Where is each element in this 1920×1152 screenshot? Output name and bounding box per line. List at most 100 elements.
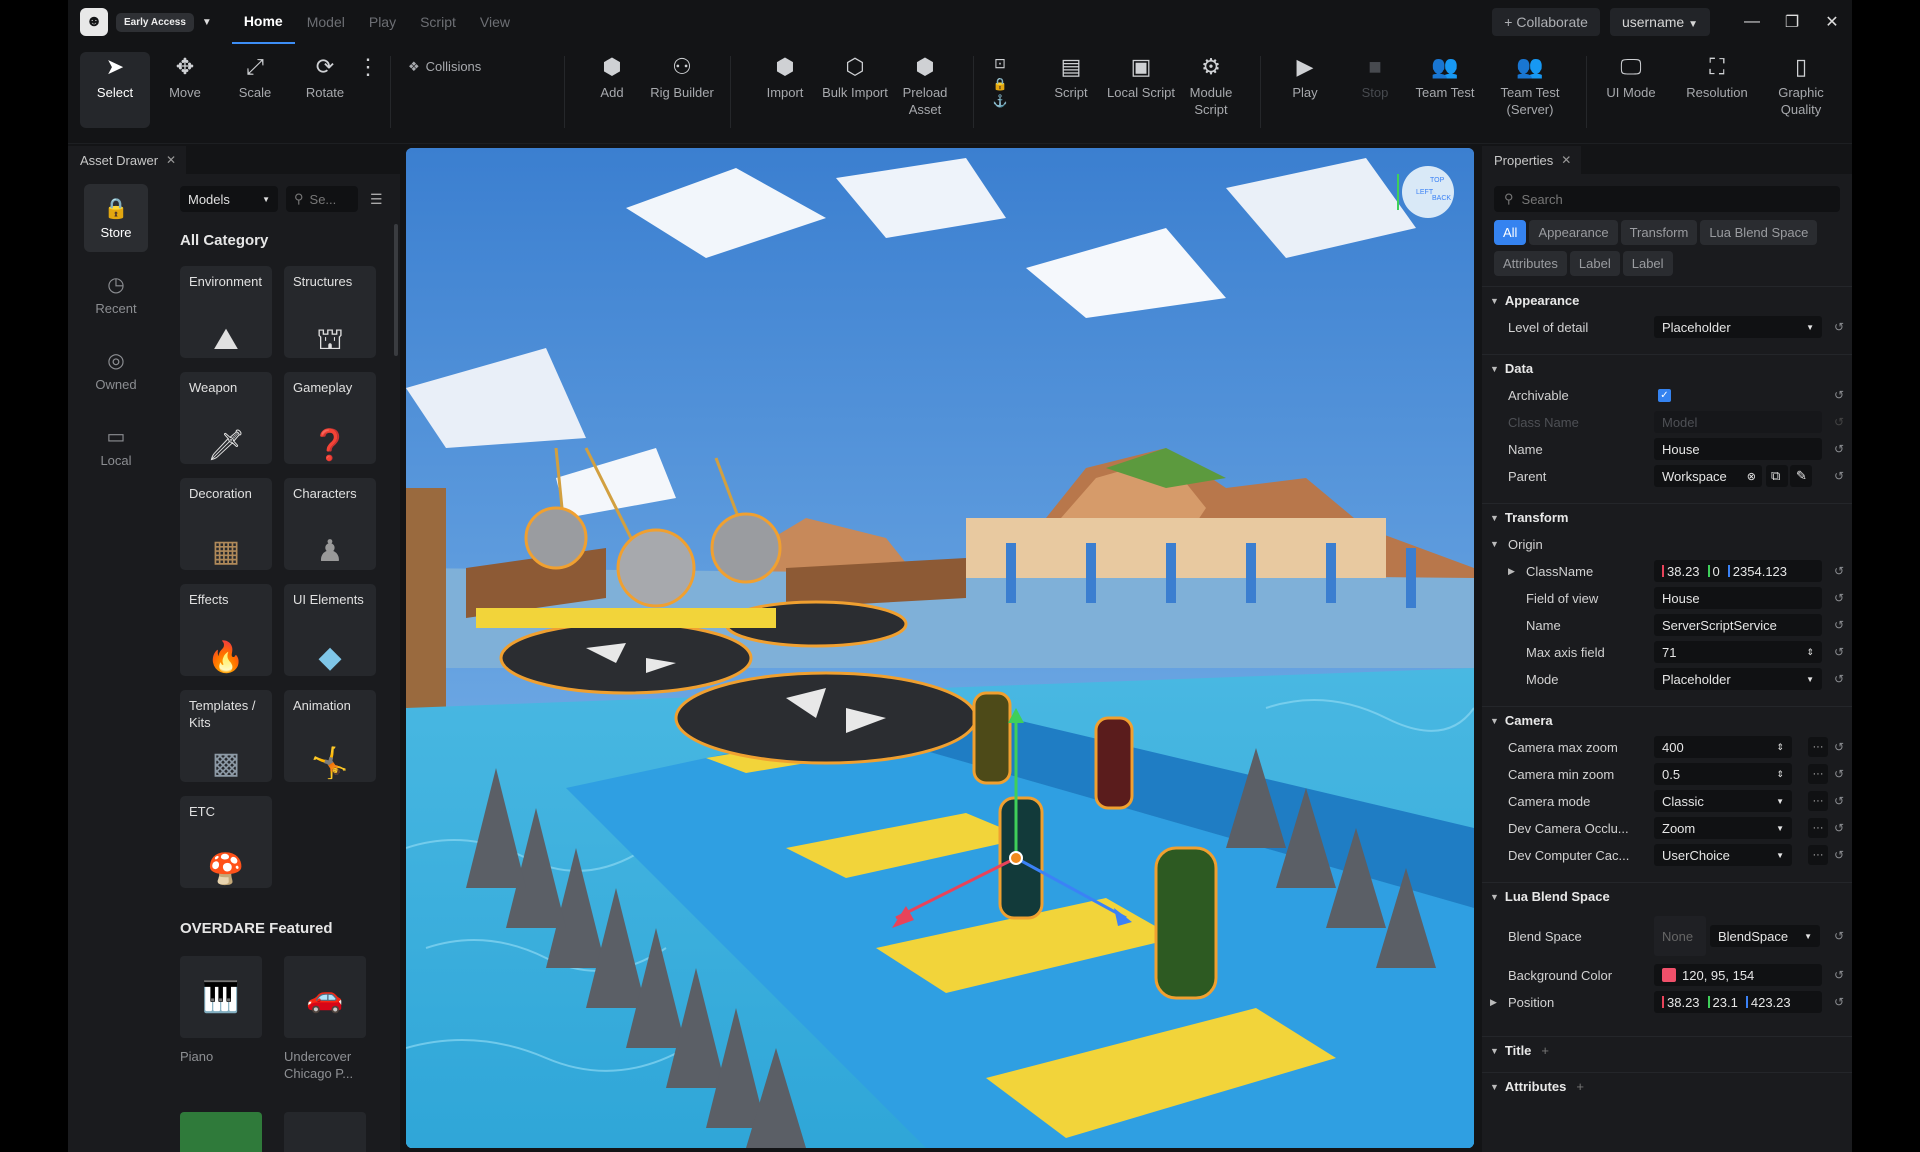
category-structures[interactable]: Structures ⛫ bbox=[284, 266, 376, 358]
featured-item-piano[interactable]: 🎹 Piano bbox=[180, 956, 262, 1065]
category-characters[interactable]: Characters ♟ bbox=[284, 478, 376, 570]
transform-snap-tools[interactable]: ⊡ 🔒 ⚓ bbox=[980, 52, 1020, 128]
classname-vector-field[interactable]: 38.23 0 2354.123 bbox=[1654, 560, 1822, 582]
add-icon[interactable]: + bbox=[1576, 1079, 1584, 1094]
category-etc[interactable]: ETC 🍄 bbox=[180, 796, 272, 888]
asset-search-input[interactable]: ⚲ Se... bbox=[286, 186, 358, 212]
add-icon[interactable]: + bbox=[1541, 1043, 1549, 1058]
stepper-icon[interactable]: ⇕ bbox=[1776, 742, 1784, 753]
category-gameplay[interactable]: Gameplay ❓ bbox=[284, 372, 376, 464]
camera-mode-select[interactable]: Classic ▼ bbox=[1654, 790, 1792, 812]
reset-icon[interactable]: ↺ bbox=[1834, 995, 1844, 1009]
category-templates-kits[interactable]: Templates / Kits ▩ bbox=[180, 690, 272, 782]
menu-model[interactable]: Model bbox=[295, 0, 357, 44]
import-tool[interactable]: ⬢ Import bbox=[750, 52, 820, 128]
nav-local[interactable]: ▭ Local bbox=[84, 412, 148, 480]
stepper-icon[interactable]: ⇕ bbox=[1806, 647, 1814, 658]
local-script-tool[interactable]: ▣ Local Script bbox=[1106, 52, 1176, 128]
properties-tab[interactable]: Properties ✕ bbox=[1482, 146, 1582, 174]
transform-name-field[interactable]: ServerScriptService bbox=[1654, 614, 1822, 636]
close-icon[interactable]: ✕ bbox=[1561, 153, 1571, 167]
reset-icon[interactable]: ↺ bbox=[1834, 794, 1844, 808]
stop-button[interactable]: ■ Stop bbox=[1340, 52, 1410, 128]
asset-type-dropdown[interactable]: Models ▼ bbox=[180, 186, 278, 212]
rig-builder-tool[interactable]: ⚇ Rig Builder bbox=[647, 52, 717, 128]
resolution-button[interactable]: ⛶ Resolution bbox=[1676, 52, 1758, 128]
nav-store[interactable]: 🔒 Store bbox=[84, 184, 148, 252]
collisions-toggle[interactable]: ❖ Collisions bbox=[408, 56, 518, 76]
category-ui-elements[interactable]: UI Elements ◆ bbox=[284, 584, 376, 676]
featured-item-4[interactable] bbox=[284, 1112, 366, 1152]
category-environment[interactable]: Environment ⛰ bbox=[180, 266, 272, 358]
reset-icon[interactable]: ↺ bbox=[1834, 320, 1844, 334]
team-test-server-button[interactable]: 👥 Team Test (Server) bbox=[1480, 52, 1580, 128]
preload-asset-tool[interactable]: ⬢ Preload Asset bbox=[890, 52, 960, 128]
filter-tab-attributes[interactable]: Attributes bbox=[1494, 251, 1567, 276]
bulk-import-tool[interactable]: ⬡ Bulk Import bbox=[820, 52, 890, 128]
expand-icon[interactable]: ▶ bbox=[1490, 997, 1497, 1008]
properties-search-input[interactable]: ⚲ Search bbox=[1494, 186, 1840, 212]
reset-icon[interactable]: ↺ bbox=[1834, 645, 1844, 659]
filter-tab-all[interactable]: All bbox=[1494, 220, 1527, 245]
nav-recent[interactable]: ◷ Recent bbox=[84, 260, 148, 328]
menu-play[interactable]: Play bbox=[357, 0, 408, 44]
menu-view[interactable]: View bbox=[468, 0, 522, 44]
close-icon[interactable]: ✕ bbox=[1812, 12, 1852, 32]
select-object-icon[interactable]: ⧉ bbox=[1766, 465, 1788, 487]
filter-tab-transform[interactable]: Transform bbox=[1620, 220, 1698, 245]
menu-script[interactable]: Script bbox=[408, 0, 468, 44]
background-color-field[interactable]: 120, 95, 154 bbox=[1654, 964, 1822, 986]
blend-space-select[interactable]: BlendSpace ▼ bbox=[1710, 925, 1820, 947]
category-weapon[interactable]: Weapon 🗡 bbox=[180, 372, 272, 464]
reset-icon[interactable]: ↺ bbox=[1834, 591, 1844, 605]
max-axis-stepper[interactable]: 71 ⇕ bbox=[1654, 641, 1822, 663]
reset-icon[interactable]: ↺ bbox=[1834, 968, 1844, 982]
team-test-button[interactable]: 👥 Team Test bbox=[1410, 52, 1480, 128]
reset-icon[interactable]: ↺ bbox=[1834, 740, 1844, 754]
featured-item-3[interactable] bbox=[180, 1112, 262, 1152]
camera-occlusion-select[interactable]: Zoom ▼ bbox=[1654, 817, 1792, 839]
collaborate-button[interactable]: + Collaborate bbox=[1492, 8, 1600, 36]
more-icon[interactable]: ··· bbox=[1808, 737, 1828, 757]
asset-scrollbar[interactable] bbox=[394, 224, 398, 356]
close-icon[interactable]: ✕ bbox=[166, 153, 176, 167]
color-swatch[interactable] bbox=[1662, 968, 1676, 982]
reset-icon[interactable]: ↺ bbox=[1834, 469, 1844, 483]
archivable-checkbox[interactable]: ✓ bbox=[1658, 388, 1671, 402]
chevron-down-icon[interactable]: ▼ bbox=[202, 17, 212, 28]
reset-icon[interactable]: ↺ bbox=[1834, 767, 1844, 781]
user-menu[interactable]: username ▼ bbox=[1609, 8, 1710, 36]
add-tool[interactable]: ⬢ Add bbox=[577, 52, 647, 128]
section-title-group[interactable]: ▼ Title + bbox=[1482, 1036, 1852, 1064]
section-transform[interactable]: ▼ Transform bbox=[1482, 503, 1852, 531]
section-appearance[interactable]: ▼ Appearance bbox=[1482, 286, 1852, 314]
play-button[interactable]: ▶ Play bbox=[1270, 52, 1340, 128]
clear-icon[interactable]: ⊗ bbox=[1747, 470, 1756, 483]
filter-tab-label[interactable]: Label bbox=[1569, 251, 1620, 276]
category-decoration[interactable]: Decoration ▦ bbox=[180, 478, 272, 570]
more-icon[interactable]: ··· bbox=[1808, 818, 1828, 838]
section-data[interactable]: ▼ Data bbox=[1482, 354, 1852, 382]
reset-icon[interactable]: ↺ bbox=[1834, 672, 1844, 686]
rotate-tool[interactable]: ⟳ Rotate bbox=[290, 52, 360, 128]
menu-home[interactable]: Home bbox=[231, 0, 295, 44]
filter-tab-appearance[interactable]: Appearance bbox=[1529, 220, 1618, 245]
prop-origin[interactable]: ▼ Origin bbox=[1482, 531, 1852, 557]
section-attributes[interactable]: ▼ Attributes + bbox=[1482, 1072, 1852, 1100]
more-icon[interactable]: ··· bbox=[1808, 791, 1828, 811]
scene-viewport[interactable]: LEFT TOP BACK bbox=[406, 148, 1474, 1148]
reset-icon[interactable]: ↺ bbox=[1834, 929, 1844, 943]
parent-field[interactable]: Workspace ⊗ bbox=[1654, 465, 1762, 487]
level-of-detail-select[interactable]: Placeholder ▼ bbox=[1654, 316, 1822, 338]
restore-icon[interactable]: ❐ bbox=[1772, 12, 1812, 32]
fov-field[interactable]: House bbox=[1654, 587, 1822, 609]
more-tools-button[interactable]: ⋮ bbox=[357, 52, 379, 128]
asset-drawer-tab[interactable]: Asset Drawer ✕ bbox=[68, 146, 187, 174]
category-animation[interactable]: Animation 🤸 bbox=[284, 690, 376, 782]
reset-icon[interactable]: ↺ bbox=[1834, 618, 1844, 632]
camera-min-zoom-stepper[interactable]: 0.5 ⇕ bbox=[1654, 763, 1792, 785]
ui-mode-button[interactable]: 🖵 UI Mode bbox=[1590, 52, 1672, 128]
reset-icon[interactable]: ↺ bbox=[1834, 388, 1844, 402]
move-tool[interactable]: ✥ Move bbox=[150, 52, 220, 128]
position-vector-field[interactable]: 38.23 23.1 423.23 bbox=[1654, 991, 1822, 1013]
